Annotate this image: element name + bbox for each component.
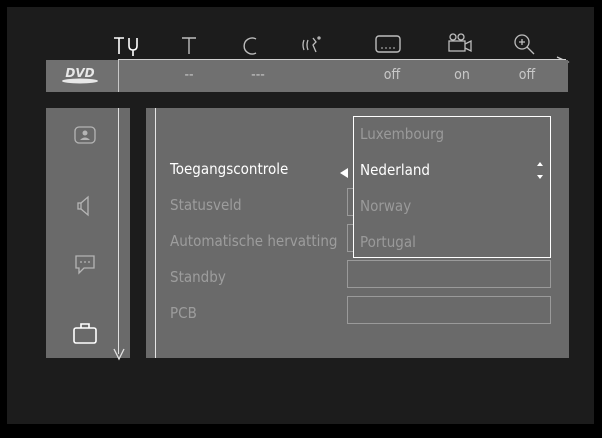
subtitle-icon[interactable] xyxy=(372,30,412,60)
dvd-logo-text: DVD xyxy=(65,66,94,80)
panel-edge-line xyxy=(155,108,156,358)
menu-item-auto-resume[interactable]: Automatische hervatting xyxy=(170,232,337,250)
menu-item-status-field[interactable]: Statusveld xyxy=(170,196,242,214)
dropdown-option[interactable]: Portugal xyxy=(360,233,416,251)
audio-icon[interactable] xyxy=(298,30,338,60)
up-down-spinner-icon[interactable] xyxy=(536,160,544,182)
status-band xyxy=(46,60,568,92)
picture-icon[interactable] xyxy=(70,122,100,152)
chapter-icon[interactable] xyxy=(234,30,274,60)
sound-icon[interactable] xyxy=(70,192,100,222)
angle-value: on xyxy=(454,67,470,83)
camera-angle-icon[interactable] xyxy=(444,30,484,60)
subtitle-value: off xyxy=(383,67,401,83)
band-separator xyxy=(118,60,119,92)
standby-value-box[interactable] xyxy=(347,260,551,288)
features-icon[interactable] xyxy=(70,318,100,348)
dropdown-option[interactable]: Luxembourg xyxy=(360,125,444,143)
setup-tools-icon[interactable] xyxy=(108,30,148,60)
selection-arrow-icon xyxy=(338,164,350,183)
dropdown-option[interactable]: Norway xyxy=(360,197,411,215)
sidebar-scroll-line xyxy=(118,108,119,354)
zoom-value: off xyxy=(518,67,536,83)
menu-item-access-control[interactable]: Toegangscontrole xyxy=(170,160,288,178)
country-dropdown[interactable]: Luxembourg Nederland Norway Portugal xyxy=(353,116,551,258)
dvd-logo-graphic: DVD xyxy=(62,66,98,84)
chapter-value: --- xyxy=(251,67,265,83)
pcb-value-box[interactable] xyxy=(347,296,551,324)
dvd-logo: DVD xyxy=(58,64,102,86)
language-icon[interactable] xyxy=(70,250,100,280)
top-icon-bar xyxy=(46,30,568,60)
menu-item-standby[interactable]: Standby xyxy=(170,268,226,286)
down-arrow-icon xyxy=(113,346,125,365)
zoom-icon[interactable] xyxy=(510,30,550,60)
title-icon[interactable] xyxy=(174,30,214,60)
dropdown-option-selected[interactable]: Nederland xyxy=(360,161,430,179)
title-value: -- xyxy=(184,67,194,83)
menu-item-pcb[interactable]: PCB xyxy=(170,304,197,322)
